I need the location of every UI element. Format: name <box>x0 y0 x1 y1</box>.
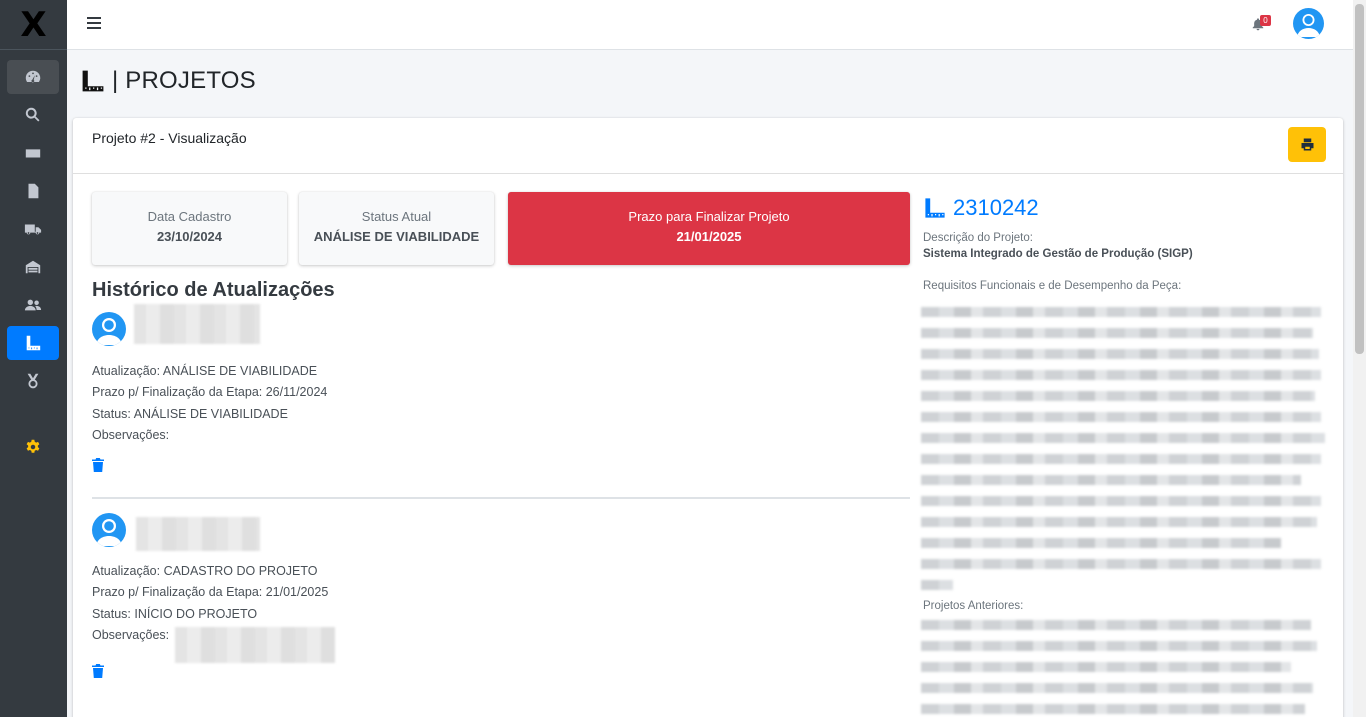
scrollbar-thumb[interactable] <box>1355 4 1364 354</box>
sidebar-item-storage[interactable] <box>7 250 59 284</box>
entry-atualizacao: Atualização: CADASTRO DO PROJETO <box>92 564 318 578</box>
delete-entry-button[interactable] <box>92 664 104 678</box>
page-header: | PROJETOS <box>80 64 256 98</box>
entry-prazo: Prazo p/ Finalização da Etapa: 26/11/202… <box>92 385 328 400</box>
trash-icon <box>92 664 104 678</box>
card-header: Projeto #2 - Visualização <box>73 118 1343 174</box>
truck-icon <box>24 224 42 235</box>
status-label: Status Atual <box>361 209 432 224</box>
requisitos-label: Requisitos Funcionais e de Desempenho da… <box>923 280 1182 292</box>
file-icon <box>28 183 39 199</box>
sidebar-spacer <box>0 402 67 428</box>
user-icon <box>1297 14 1320 37</box>
page-title: | PROJETOS <box>112 67 256 94</box>
project-details: 2310242 Descrição do Projeto: Sistema In… <box>921 192 1325 714</box>
project-code: 2310242 <box>923 192 1323 224</box>
sidebar-item-dashboard[interactable] <box>7 60 59 94</box>
history-title: Histórico de Atualizações <box>92 279 335 301</box>
redacted-user-name <box>134 304 260 344</box>
info-box-prazo: Prazo para Finalizar Projeto 21/01/2025 <box>508 192 910 265</box>
sidebar-item-awards[interactable] <box>7 364 59 398</box>
user-icon <box>96 318 122 345</box>
prazo-value: 21/01/2025 <box>676 229 742 244</box>
sidebar-item-projetos[interactable] <box>7 326 59 360</box>
ruler-icon <box>26 335 41 351</box>
user-avatar <box>92 513 126 547</box>
project-code-number: 2310242 <box>953 195 1039 220</box>
project-card: Projeto #2 - Visualização Data Cadastro … <box>73 118 1343 717</box>
entry-atualizacao: Atualização: ANÁLISE DE VIABILIDADE <box>92 364 318 378</box>
sidebar-item-documents[interactable] <box>7 174 59 208</box>
redacted-anteriores <box>921 620 1321 717</box>
sidebar-item-search[interactable] <box>7 98 59 132</box>
redacted-user-name <box>136 517 260 551</box>
sidebar-nav <box>0 50 67 464</box>
warehouse-icon <box>25 260 41 274</box>
sidebar: X <box>0 0 67 717</box>
data-cadastro-value: 23/10/2024 <box>156 229 223 244</box>
id-card-icon <box>25 149 41 158</box>
tachometer-icon <box>25 70 41 83</box>
users-icon <box>24 299 42 311</box>
descricao-label: Descrição do Projeto: <box>923 232 1033 244</box>
history-entry: Atualização: CADASTRO DO PROJETO Prazo p… <box>92 513 912 693</box>
status-value: ANÁLISE DE VIABILIDADE <box>313 229 480 244</box>
redacted-requisitos <box>921 307 1325 601</box>
notifications-button[interactable]: 0 <box>1251 14 1273 34</box>
page-scrollbar[interactable] <box>1353 0 1366 717</box>
sidebar-item-settings[interactable] <box>7 430 59 464</box>
menu-bar <box>87 17 101 19</box>
menu-toggle-button[interactable] <box>87 17 101 29</box>
user-avatar <box>92 312 126 346</box>
ruler-icon <box>82 70 104 92</box>
delete-entry-button[interactable] <box>92 458 104 472</box>
history-divider <box>92 497 910 499</box>
entry-status: Status: ANÁLISE DE VIABILIDADE <box>92 406 288 421</box>
gear-icon <box>26 439 40 453</box>
ruler-icon <box>925 198 945 218</box>
data-cadastro-label: Data Cadastro <box>147 209 232 224</box>
descricao-value: Sistema Integrado de Gestão de Produção … <box>923 248 1193 260</box>
prazo-label: Prazo para Finalizar Projeto <box>628 209 790 224</box>
app-logo[interactable]: X <box>0 0 67 50</box>
user-icon <box>96 519 122 546</box>
history-entry-details: Atualização: ANÁLISE DE VIABILIDADE Praz… <box>92 361 327 446</box>
print-icon <box>1301 138 1313 151</box>
entry-prazo: Prazo p/ Finalização da Etapa: 21/01/202… <box>92 585 329 600</box>
info-box-data-cadastro: Data Cadastro 23/10/2024 <box>92 192 287 265</box>
entry-status: Status: INÍCIO DO PROJETO <box>92 606 258 621</box>
info-box-status: Status Atual ANÁLISE DE VIABILIDADE <box>299 192 494 265</box>
menu-bar <box>87 22 101 24</box>
entry-observacoes: Observações: <box>92 427 170 442</box>
logo-text: X <box>20 4 47 45</box>
menu-bar <box>87 27 101 29</box>
award-icon <box>27 373 39 389</box>
user-avatar[interactable] <box>1293 8 1324 39</box>
notification-badge: 0 <box>1260 15 1271 26</box>
sidebar-item-delivery[interactable] <box>7 212 59 246</box>
topbar: 0 <box>67 0 1353 50</box>
anteriores-label: Projetos Anteriores: <box>923 600 1024 612</box>
trash-icon <box>92 458 104 472</box>
sidebar-item-users[interactable] <box>7 288 59 322</box>
print-button[interactable] <box>1288 127 1326 162</box>
card-title: Projeto #2 - Visualização <box>92 130 247 146</box>
sidebar-item-cards[interactable] <box>7 136 59 170</box>
search-icon <box>25 107 40 122</box>
history-entry: Atualização: ANÁLISE DE VIABILIDADE Praz… <box>92 304 912 482</box>
redacted-observacoes <box>175 627 335 663</box>
